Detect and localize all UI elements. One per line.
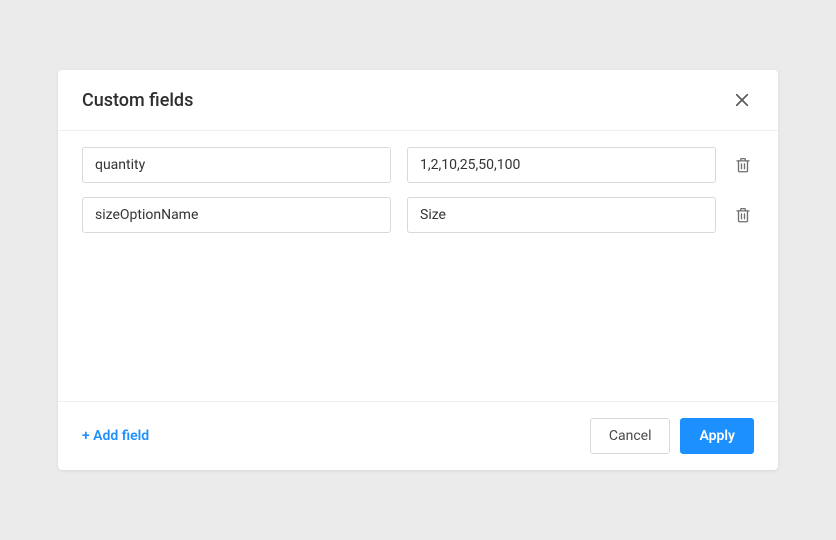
trash-icon [734, 155, 752, 175]
cancel-button[interactable]: Cancel [590, 418, 671, 454]
close-icon [733, 91, 751, 109]
trash-icon [734, 205, 752, 225]
delete-field-button[interactable] [732, 154, 754, 176]
apply-button[interactable]: Apply [680, 418, 754, 454]
modal-body [58, 131, 778, 401]
field-value-input[interactable] [407, 147, 716, 183]
delete-field-button[interactable] [732, 204, 754, 226]
modal-title: Custom fields [82, 90, 193, 111]
custom-fields-modal: Custom fields [58, 70, 778, 470]
modal-footer: + Add field Cancel Apply [58, 401, 778, 470]
close-button[interactable] [730, 88, 754, 112]
field-row [82, 197, 754, 233]
field-row [82, 147, 754, 183]
modal-header: Custom fields [58, 70, 778, 131]
field-key-input[interactable] [82, 197, 391, 233]
add-field-button[interactable]: + Add field [82, 422, 149, 450]
field-value-input[interactable] [407, 197, 716, 233]
field-key-input[interactable] [82, 147, 391, 183]
footer-actions: Cancel Apply [590, 418, 754, 454]
